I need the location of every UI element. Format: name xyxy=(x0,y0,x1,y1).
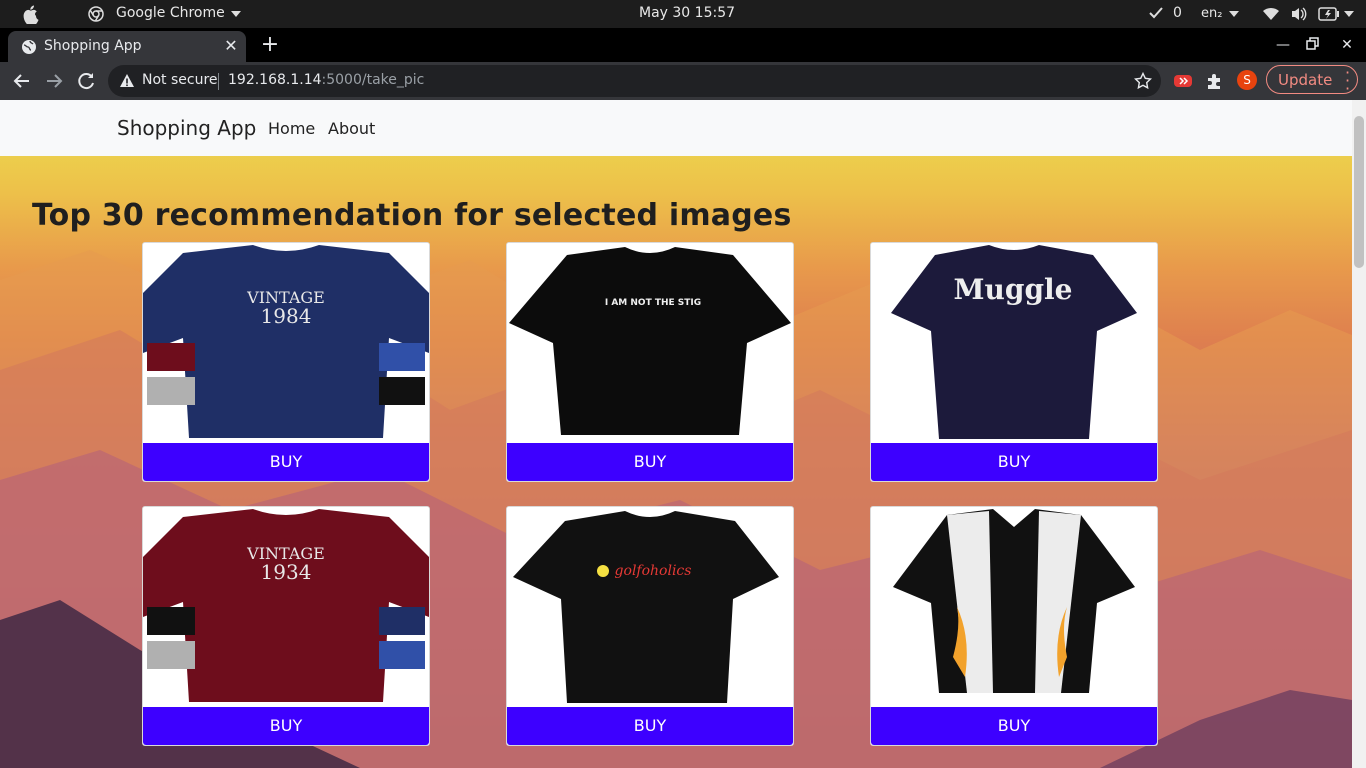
page-scrollbar[interactable] xyxy=(1352,100,1366,768)
product-image[interactable] xyxy=(871,507,1157,707)
close-window-icon[interactable]: ✕ xyxy=(1338,36,1356,54)
scrollbar-thumb[interactable] xyxy=(1354,116,1364,268)
url-host: 192.168.1.14 xyxy=(228,72,322,88)
site-brand[interactable]: Shopping App xyxy=(117,116,256,140)
product-image[interactable]: Muggle xyxy=(871,243,1157,443)
nav-link-home[interactable]: Home xyxy=(268,119,315,138)
product-image[interactable]: I AM NOT THE STIG xyxy=(507,243,793,443)
product-card: VINTAGE 1934 BUY xyxy=(142,506,430,746)
wifi-icon[interactable] xyxy=(1262,6,1280,22)
puzzle-extensions-icon[interactable] xyxy=(1205,71,1225,91)
product-image[interactable]: VINTAGE 1984 xyxy=(143,243,429,443)
product-card: Muggle BUY xyxy=(870,242,1158,482)
product-image[interactable]: golfoholics xyxy=(507,507,793,707)
security-label[interactable]: Not secure xyxy=(142,72,218,88)
buy-button[interactable]: BUY xyxy=(507,443,793,481)
checkmark-icon[interactable] xyxy=(1148,4,1164,22)
url-text[interactable]: 192.168.1.14:5000/take_pic xyxy=(228,72,424,88)
shirt-print-text: I AM NOT THE STIG xyxy=(605,298,701,308)
page-viewport: Shopping App Home About Top 30 recommend… xyxy=(0,100,1352,768)
app-menu-label[interactable]: Google Chrome xyxy=(116,5,225,21)
system-clock[interactable]: May 30 15:57 xyxy=(639,5,735,21)
browser-tab[interactable]: Shopping App ✕ xyxy=(8,31,246,62)
nav-link-about[interactable]: About xyxy=(328,119,375,138)
site-navbar: Shopping App Home About xyxy=(0,100,1352,156)
tab-strip: Shopping App ✕ + — ✕ xyxy=(0,28,1366,62)
chevron-down-icon[interactable] xyxy=(231,11,241,17)
shirt-print-text: golfoholics xyxy=(615,563,692,579)
address-bar[interactable]: Not secure 192.168.1.14:5000/take_pic xyxy=(108,65,1161,97)
buy-button[interactable]: BUY xyxy=(143,707,429,745)
browser-toolbar: Not secure 192.168.1.14:5000/take_pic S … xyxy=(0,62,1366,100)
globe-icon xyxy=(22,40,36,54)
forward-arrow-icon[interactable] xyxy=(43,70,65,92)
restore-icon[interactable] xyxy=(1306,37,1320,51)
page-title: Top 30 recommendation for selected image… xyxy=(32,198,792,233)
product-card: BUY xyxy=(870,506,1158,746)
volume-icon[interactable] xyxy=(1290,6,1308,22)
profile-avatar[interactable]: S xyxy=(1237,70,1257,90)
update-label: Update xyxy=(1278,71,1333,89)
kebab-menu-icon[interactable]: · · · xyxy=(1345,65,1350,97)
warning-icon[interactable] xyxy=(119,73,135,89)
chrome-icon xyxy=(88,6,104,22)
update-button[interactable]: Update · · · xyxy=(1266,65,1358,97)
close-tab-icon[interactable]: ✕ xyxy=(222,37,240,55)
product-image[interactable]: VINTAGE 1934 xyxy=(143,507,429,707)
minimize-icon[interactable]: — xyxy=(1274,36,1292,54)
back-arrow-icon[interactable] xyxy=(11,70,33,92)
product-card: VINTAGE 1984 BUY xyxy=(142,242,430,482)
buy-button[interactable]: BUY xyxy=(871,443,1157,481)
chevron-down-icon[interactable] xyxy=(1229,11,1239,17)
buy-button[interactable]: BUY xyxy=(507,707,793,745)
buy-button[interactable]: BUY xyxy=(871,707,1157,745)
divider xyxy=(218,73,219,90)
product-card: golfoholics BUY xyxy=(506,506,794,746)
os-top-bar: Google Chrome May 30 15:57 0 en₂ xyxy=(0,0,1366,28)
reload-icon[interactable] xyxy=(75,70,97,92)
notification-count: 0 xyxy=(1173,5,1182,21)
shirt-print-text: 1984 xyxy=(261,304,312,328)
url-path: :5000/take_pic xyxy=(321,72,425,88)
tab-title: Shopping App xyxy=(44,38,142,54)
apple-logo-icon[interactable] xyxy=(22,4,40,24)
youtube-extension-icon[interactable] xyxy=(1173,71,1193,91)
keyboard-language[interactable]: en₂ xyxy=(1201,6,1222,21)
product-card: I AM NOT THE STIG BUY xyxy=(506,242,794,482)
buy-button[interactable]: BUY xyxy=(143,443,429,481)
new-tab-button[interactable]: + xyxy=(259,34,281,56)
shirt-print-text: Muggle xyxy=(954,273,1073,306)
chevron-down-icon[interactable] xyxy=(1344,11,1354,17)
battery-icon[interactable] xyxy=(1318,7,1340,21)
shirt-print-text: 1934 xyxy=(261,560,312,584)
bookmark-star-icon[interactable] xyxy=(1134,72,1152,90)
